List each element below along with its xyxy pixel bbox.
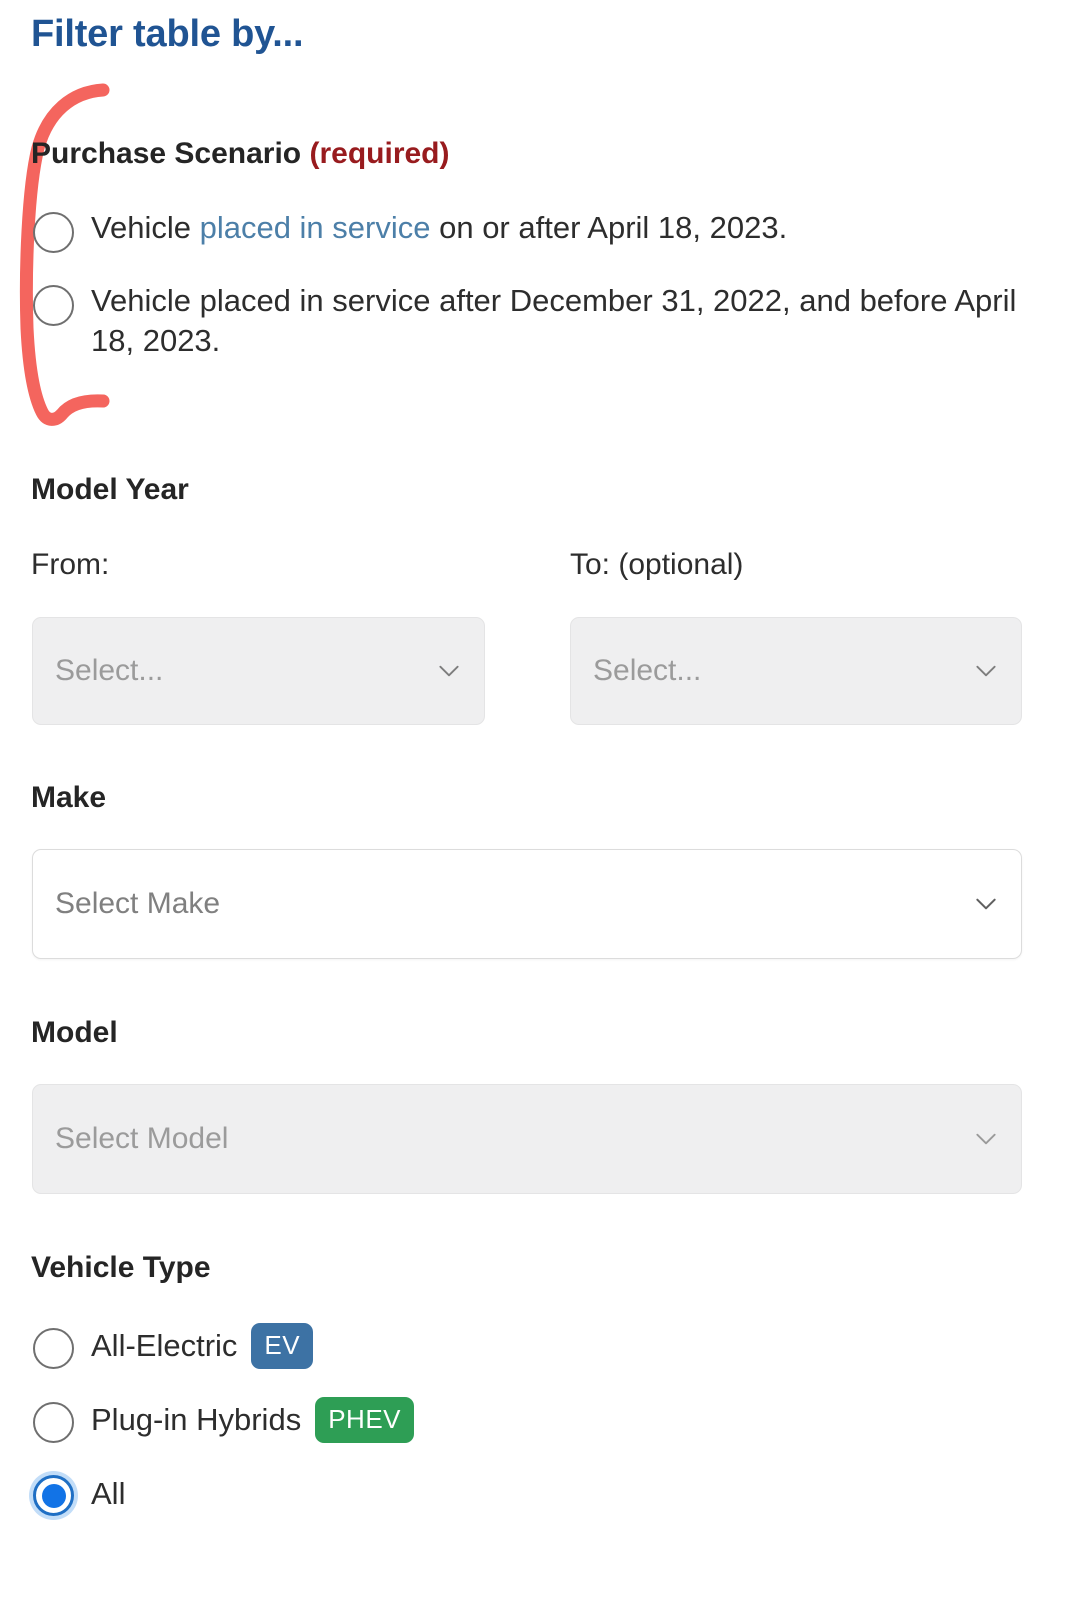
model-value: Select Model: [55, 1122, 229, 1155]
radio-label-text: All: [91, 1475, 126, 1511]
radio-label: All-Electric EV: [91, 1323, 314, 1369]
radio-indicator[interactable]: [33, 1327, 74, 1369]
red-bracket-annotation: [19, 83, 110, 426]
model-year-from-select[interactable]: Select...: [32, 617, 485, 725]
radio-label: Plug-in Hybrids PHEV: [91, 1397, 415, 1443]
radio-label-text: Plug-in Hybrids: [91, 1402, 302, 1437]
radio-indicator[interactable]: [33, 1401, 74, 1443]
purchase-scenario-heading: Purchase Scenario (required): [31, 137, 450, 172]
vehicle-type-heading: Vehicle Type: [31, 1251, 211, 1284]
model-year-heading: Model Year: [31, 473, 189, 506]
radio-scenario-between-dec-2022-and-april-2023[interactable]: Vehicle placed in service after December…: [33, 281, 1033, 360]
model-year-to-value: Select...: [593, 654, 702, 687]
radio-label-suffix: on or after April 18, 2023.: [430, 210, 788, 245]
purchase-scenario-heading-text: Purchase Scenario: [31, 137, 302, 170]
phev-badge: PHEV: [315, 1397, 415, 1443]
make-value: Select Make: [55, 887, 221, 920]
radio-scenario-on-or-after-april-18-2023[interactable]: Vehicle placed in service on or after Ap…: [33, 208, 1043, 253]
radio-indicator[interactable]: [33, 285, 74, 326]
radio-indicator[interactable]: [33, 1475, 74, 1516]
radio-label: Vehicle placed in service on or after Ap…: [91, 208, 787, 248]
radio-indicator[interactable]: [33, 212, 74, 253]
radio-vehicle-type-plug-in-hybrids[interactable]: Plug-in Hybrids PHEV: [33, 1397, 415, 1443]
model-select[interactable]: Select Model: [32, 1084, 1022, 1194]
ev-badge: EV: [251, 1323, 314, 1369]
required-badge: (required): [309, 137, 450, 170]
chevron-down-icon: [439, 665, 459, 677]
make-select[interactable]: Select Make: [32, 849, 1022, 959]
model-heading: Model: [31, 1016, 118, 1049]
radio-label-prefix: Vehicle: [91, 210, 200, 245]
radio-label: All: [91, 1476, 125, 1512]
radio-vehicle-type-all[interactable]: All: [33, 1471, 125, 1516]
radio-vehicle-type-all-electric[interactable]: All-Electric EV: [33, 1323, 314, 1369]
filter-panel: Filter table by... Purchase Scenario (re…: [0, 0, 1080, 1605]
radio-label: Vehicle placed in service after December…: [91, 283, 1017, 358]
model-year-from-value: Select...: [55, 654, 164, 687]
make-heading: Make: [31, 781, 107, 814]
chevron-down-icon: [976, 898, 996, 910]
model-year-to-select[interactable]: Select...: [570, 617, 1022, 725]
radio-label-text: All-Electric: [91, 1328, 238, 1363]
model-year-to-label: To: (optional): [570, 548, 744, 581]
model-year-from-label: From:: [31, 548, 110, 581]
chevron-down-icon: [976, 1133, 996, 1145]
page-title: Filter table by...: [31, 13, 304, 55]
chevron-down-icon: [976, 665, 996, 677]
placed-in-service-link[interactable]: placed in service: [200, 210, 431, 245]
